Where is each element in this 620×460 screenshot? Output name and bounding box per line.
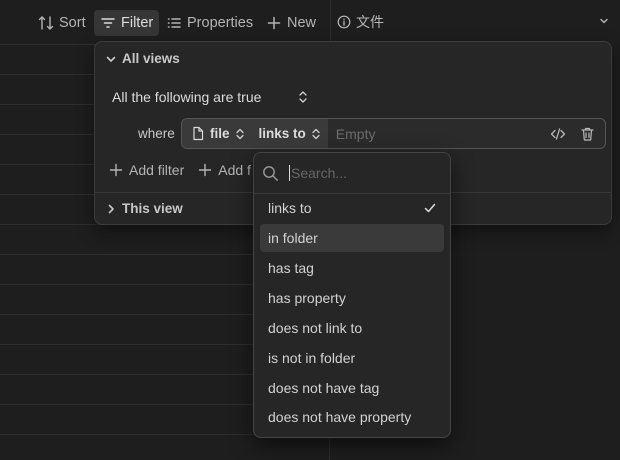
sort-button[interactable]: Sort xyxy=(34,10,90,36)
list-icon xyxy=(167,18,181,28)
menu-item-label: does not have property xyxy=(268,409,412,425)
trash-icon[interactable] xyxy=(580,126,595,142)
this-view-toggle[interactable]: This view xyxy=(105,201,183,216)
menu-item-does-not-have-tag[interactable]: does not have tag xyxy=(260,374,444,402)
where-label: where xyxy=(138,126,175,141)
add-group-label: Add f xyxy=(218,162,251,178)
menu-item-in-folder[interactable]: in folder xyxy=(260,224,444,252)
menu-item-does-not-have-property[interactable]: does not have property xyxy=(260,403,444,431)
column-header-label: 文件 xyxy=(356,14,384,30)
plus-icon xyxy=(109,163,123,177)
filter-rule: file links to Empty xyxy=(181,118,606,149)
filter-label: Filter xyxy=(121,15,154,31)
menu-item-does-not-link-to[interactable]: does not link to xyxy=(260,314,444,342)
menu-item-has-tag[interactable]: has tag xyxy=(260,254,444,282)
properties-label: Properties xyxy=(187,15,254,31)
sort-icon xyxy=(38,16,54,30)
app-root: Sort Filter Properties New 文件 All views … xyxy=(0,0,620,460)
menu-item-label: does not have tag xyxy=(268,380,380,396)
new-label: New xyxy=(287,15,317,31)
this-view-label: This view xyxy=(122,201,183,216)
menu-item-links-to[interactable]: links to xyxy=(260,194,444,222)
operator-menu: links to in folder has tag has property … xyxy=(253,152,451,438)
file-icon xyxy=(193,126,204,141)
column-header-file[interactable]: 文件 xyxy=(330,0,620,44)
chevron-down-icon xyxy=(106,56,116,62)
info-icon xyxy=(337,15,351,29)
condition-label: All the following are true xyxy=(112,89,262,105)
value-placeholder: Empty xyxy=(335,125,376,142)
property-select[interactable]: file xyxy=(182,119,252,148)
menu-item-has-property[interactable]: has property xyxy=(260,284,444,312)
menu-item-label: links to xyxy=(268,200,312,216)
menu-item-label: has tag xyxy=(268,260,314,276)
add-filter-button[interactable]: Add filter xyxy=(109,162,184,178)
sort-label: Sort xyxy=(59,15,86,31)
menu-item-label: has property xyxy=(268,290,346,306)
new-button[interactable]: New xyxy=(262,10,320,36)
operator-label: links to xyxy=(258,126,306,141)
code-icon[interactable] xyxy=(550,126,566,142)
chevron-up-down-icon xyxy=(235,128,244,139)
menu-item-label: does not link to xyxy=(268,320,363,336)
menu-item-is-not-in-folder[interactable]: is not in folder xyxy=(260,344,444,372)
menu-item-label: in folder xyxy=(268,230,318,246)
filter-icon xyxy=(101,18,115,28)
chevron-right-icon xyxy=(108,204,114,213)
filter-button[interactable]: Filter xyxy=(94,10,160,36)
chevron-down-icon[interactable] xyxy=(598,15,610,27)
chevron-up-down-icon xyxy=(299,91,308,103)
add-actions: Add filter Add f xyxy=(109,162,251,178)
search-icon xyxy=(263,165,278,181)
add-group-button[interactable]: Add f xyxy=(198,162,251,178)
all-views-label: All views xyxy=(122,51,180,66)
rule-actions xyxy=(550,126,605,142)
add-filter-label: Add filter xyxy=(129,162,185,178)
value-input[interactable]: Empty xyxy=(328,119,550,148)
properties-button[interactable]: Properties xyxy=(162,10,257,36)
plus-icon xyxy=(267,16,281,30)
search-input[interactable] xyxy=(289,165,429,181)
plus-icon xyxy=(199,163,212,177)
view-toolbar: Sort Filter Properties New xyxy=(0,0,330,44)
menu-search xyxy=(262,161,442,185)
property-label: file xyxy=(210,126,230,141)
chevron-up-down-icon xyxy=(312,128,320,139)
check-icon xyxy=(424,203,436,213)
operator-select[interactable]: links to xyxy=(251,119,328,148)
menu-item-label: is not in folder xyxy=(268,350,356,366)
condition-select[interactable]: All the following are true xyxy=(112,89,309,105)
all-views-toggle[interactable]: All views xyxy=(105,51,180,66)
